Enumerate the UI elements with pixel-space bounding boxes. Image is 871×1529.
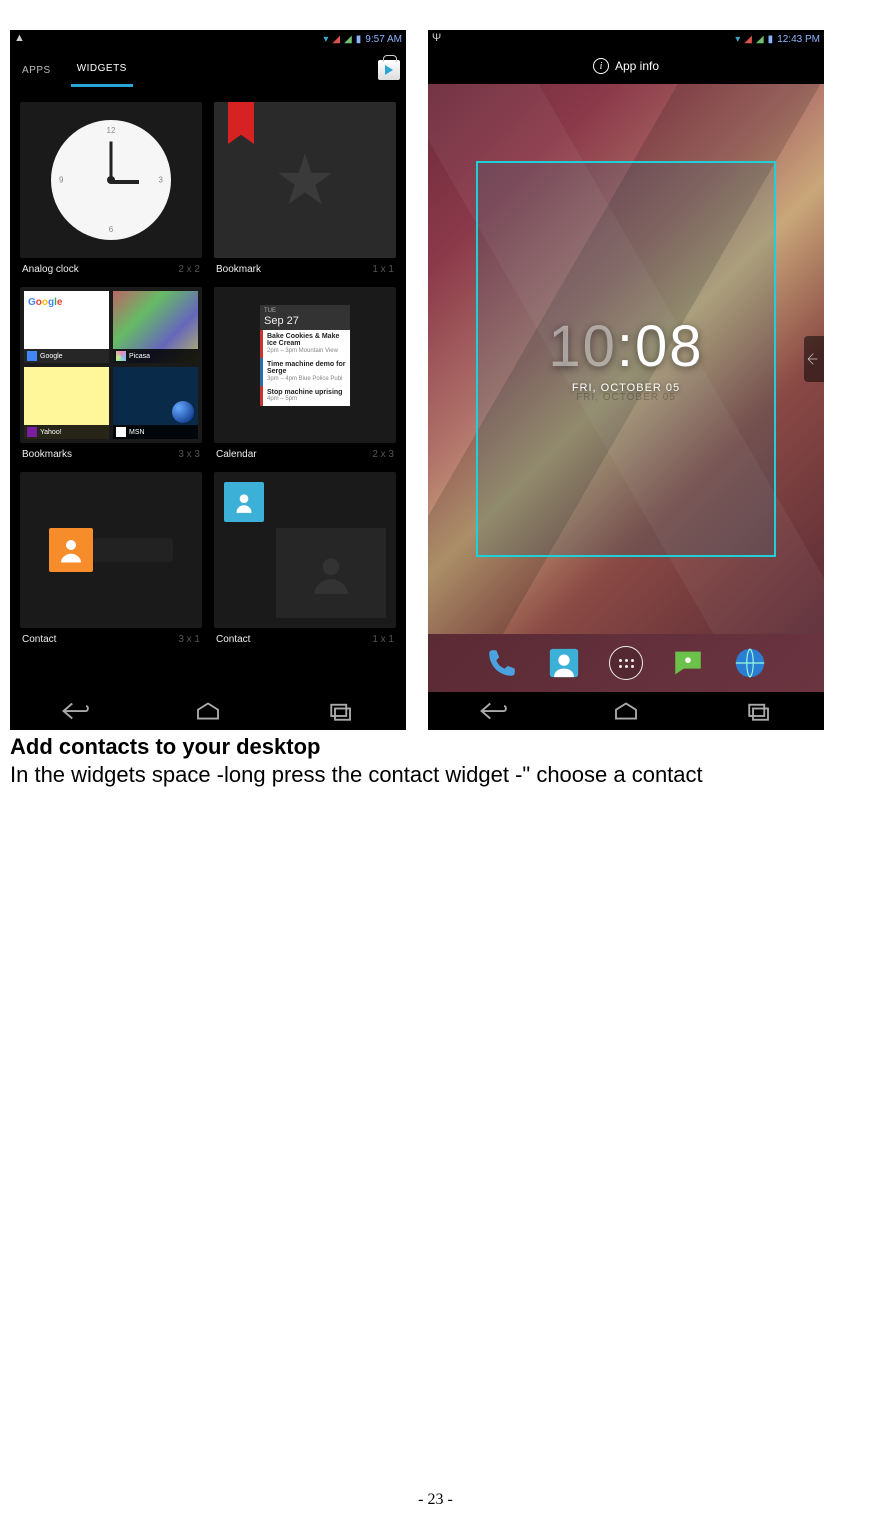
recent-apps-button[interactable] xyxy=(325,702,355,720)
app-drawer-button[interactable] xyxy=(609,646,643,680)
wifi-icon: ▾ xyxy=(735,34,740,45)
back-button[interactable] xyxy=(61,702,91,720)
widget-label: Bookmark 1 x 1 xyxy=(214,264,396,275)
widget-contact-row[interactable]: Contact 3 x 1 xyxy=(14,466,208,651)
widget-label: Contact 3 x 1 xyxy=(20,634,202,645)
status-bar: ▲ ▾ ◢ ◢ ▮ 9:57 AM xyxy=(10,30,406,48)
app-info-drop-target[interactable]: i App info xyxy=(428,48,824,84)
page-number: - 23 - xyxy=(0,1491,871,1509)
home-button[interactable] xyxy=(611,702,641,720)
status-bar: Ψ ▾ ◢ ◢ ▮ 12:43 PM xyxy=(428,30,824,48)
people-app-icon[interactable] xyxy=(547,646,581,680)
phone-app-icon[interactable] xyxy=(485,646,519,680)
widget-bookmarks-grid[interactable]: Google Google Picasa Yahoo! M xyxy=(14,281,208,466)
instruction-heading: Add contacts to your desktop xyxy=(10,734,861,760)
widget-preview: Google Google Picasa Yahoo! M xyxy=(20,287,202,443)
page-content: ▲ ▾ ◢ ◢ ▮ 9:57 AM APPS WIDGETS xyxy=(0,0,871,788)
clock-num: 12 xyxy=(107,126,116,135)
bookmark-tile: Yahoo! xyxy=(24,367,109,439)
instruction-body: In the widgets space -long press the con… xyxy=(10,762,861,788)
screenshots-row: ▲ ▾ ◢ ◢ ▮ 9:57 AM APPS WIDGETS xyxy=(10,30,861,730)
widget-grid: 12 3 6 9 Analog clock 2 x 2 xyxy=(10,92,406,692)
signal-sim2-icon: ◢ xyxy=(344,34,352,45)
dock xyxy=(428,634,824,692)
signal-sim1-icon: ◢ xyxy=(744,34,752,45)
clock-num: 3 xyxy=(159,176,163,185)
play-store-icon[interactable] xyxy=(378,60,400,80)
home-drop-screenshot: Ψ ▾ ◢ ◢ ▮ 12:43 PM i App info 10:08 xyxy=(428,30,824,730)
clock-widget-date-shadow: FRI, OCTOBER 05 xyxy=(576,392,676,403)
back-button[interactable] xyxy=(479,702,509,720)
messaging-app-icon[interactable] xyxy=(671,646,705,680)
usb-icon: Ψ xyxy=(432,32,441,44)
home-screen[interactable]: 10:08 FRI, OCTOBER 05 FRI, OCTOBER 05 xyxy=(428,84,824,634)
widget-drop-zone[interactable]: 10:08 FRI, OCTOBER 05 FRI, OCTOBER 05 xyxy=(476,161,777,557)
instruction-text: Add contacts to your desktop In the widg… xyxy=(10,734,861,788)
navigation-bar xyxy=(10,692,406,730)
clock-num: 9 xyxy=(59,176,63,185)
status-time: 9:57 AM xyxy=(365,34,402,45)
home-button[interactable] xyxy=(193,702,223,720)
notification-icon: ▲ xyxy=(14,32,25,44)
calendar-preview: TUE Sep 27 Bake Cookies & Make Ice Cream… xyxy=(260,305,350,425)
widget-calendar[interactable]: TUE Sep 27 Bake Cookies & Make Ice Cream… xyxy=(208,281,402,466)
widget-preview: 12 3 6 9 xyxy=(20,102,202,258)
battery-icon: ▮ xyxy=(768,34,774,45)
signal-sim2-icon: ◢ xyxy=(756,34,764,45)
clock-widget-being-dragged[interactable]: 10:08 xyxy=(548,313,703,380)
signal-sim1-icon: ◢ xyxy=(332,34,340,45)
widget-analog-clock[interactable]: 12 3 6 9 Analog clock 2 x 2 xyxy=(14,96,208,281)
browser-app-icon[interactable] xyxy=(733,646,767,680)
info-icon: i xyxy=(593,58,609,74)
widget-bookmark[interactable]: ★ Bookmark 1 x 1 xyxy=(208,96,402,281)
wifi-icon: ▾ xyxy=(323,34,328,45)
contact-avatar-icon xyxy=(49,528,93,572)
battery-icon: ▮ xyxy=(356,34,362,45)
widget-drawer-screenshot: ▲ ▾ ◢ ◢ ▮ 9:57 AM APPS WIDGETS xyxy=(10,30,406,730)
widget-preview: TUE Sep 27 Bake Cookies & Make Ice Cream… xyxy=(214,287,396,443)
app-info-label: App info xyxy=(615,59,659,73)
tab-apps[interactable]: APPS xyxy=(16,55,57,86)
tab-widgets[interactable]: WIDGETS xyxy=(71,53,133,87)
contact-card-icon xyxy=(224,482,264,522)
widget-contact-card[interactable]: Contact 1 x 1 xyxy=(208,466,402,651)
widget-label: Bookmarks 3 x 3 xyxy=(20,449,202,460)
ribbon-icon xyxy=(228,102,254,144)
clock-face-icon: 12 3 6 9 xyxy=(51,120,171,240)
widget-preview: ★ xyxy=(214,102,396,258)
drawer-tabs: APPS WIDGETS xyxy=(16,53,133,87)
widget-label: Contact 1 x 1 xyxy=(214,634,396,645)
star-icon: ★ xyxy=(274,139,337,221)
clock-num: 6 xyxy=(109,225,113,234)
drawer-header: APPS WIDGETS xyxy=(10,48,406,92)
recent-apps-button[interactable] xyxy=(743,702,773,720)
contact-name-placeholder xyxy=(93,538,173,562)
bookmark-tile: Picasa xyxy=(113,291,198,363)
bookmark-tile: Google Google xyxy=(24,291,109,363)
status-time: 12:43 PM xyxy=(777,34,820,45)
navigation-bar xyxy=(428,692,824,730)
widget-label: Analog clock 2 x 2 xyxy=(20,264,202,275)
widget-label: Calendar 2 x 3 xyxy=(214,449,396,460)
widget-preview xyxy=(214,472,396,628)
bookmark-tile: MSN xyxy=(113,367,198,439)
widget-preview xyxy=(20,472,202,628)
next-page-peek[interactable] xyxy=(804,336,824,382)
